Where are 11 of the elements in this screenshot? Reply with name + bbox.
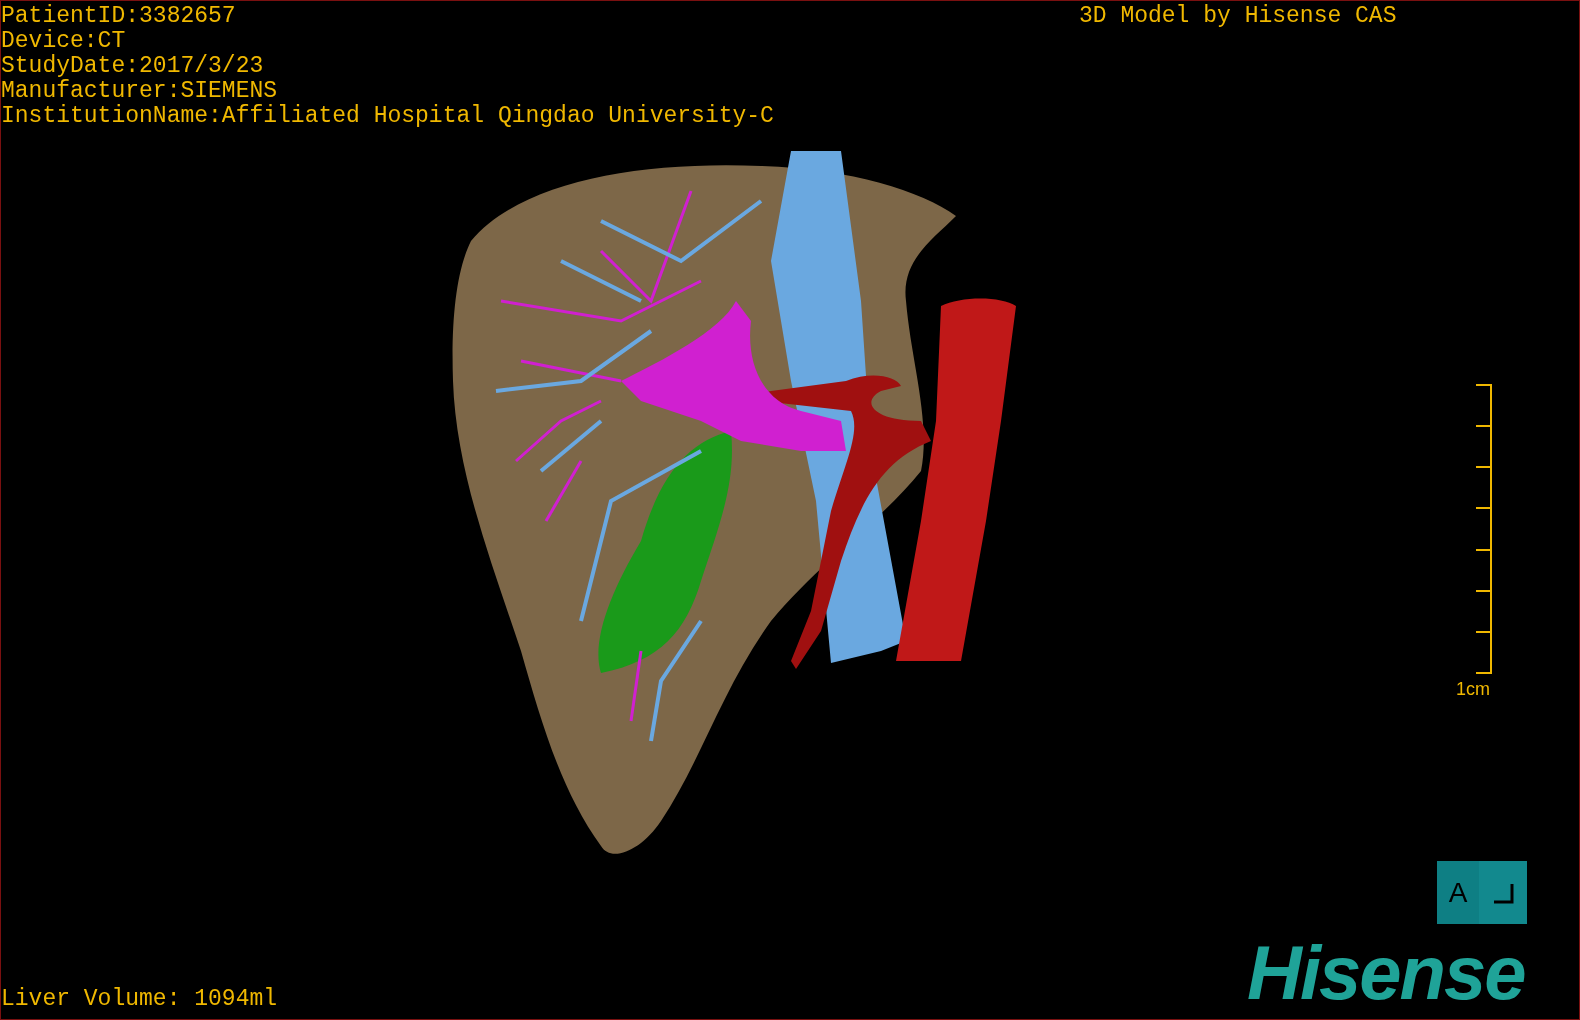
orientation-label: A xyxy=(1448,877,1468,908)
liver-volume-label: Liver Volume: 1094ml xyxy=(1,987,278,1012)
patient-info-line: Manufacturer:SIEMENS xyxy=(1,79,279,104)
patient-info-line: PatientID:3382657 xyxy=(1,4,237,29)
scale-label: 1cm xyxy=(1456,679,1490,699)
patient-info-line: StudyDate:2017/3/23 xyxy=(1,54,265,79)
viewer-title: 3D Model by Hisense CAS xyxy=(1079,4,1397,29)
corner-icon xyxy=(1492,881,1514,904)
patient-info-line: Device:CT xyxy=(1,29,127,54)
patient-info-line: InstitutionName:Affiliated Hospital Qingdao University-C xyxy=(1,104,774,129)
brand-logo: Hisense xyxy=(1247,933,1525,1013)
